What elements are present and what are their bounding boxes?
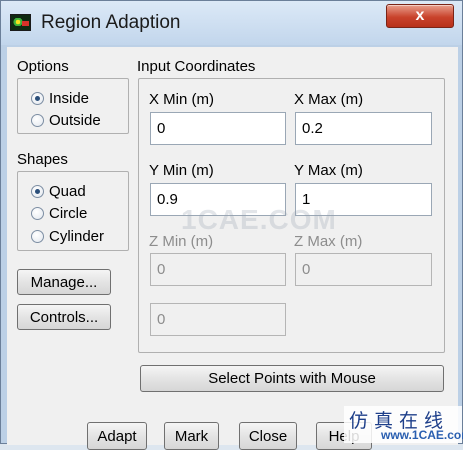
radius-input [150, 303, 286, 336]
radio-unchecked-icon [31, 230, 44, 243]
select-points-with-mouse-button[interactable]: Select Points with Mouse [140, 365, 444, 392]
title-bar[interactable]: Region Adaption x [1, 1, 462, 45]
x-max-input[interactable] [295, 112, 432, 145]
y-max-label: Y Max (m) [294, 162, 363, 179]
radio-unchecked-icon [31, 207, 44, 220]
controls-button[interactable]: Controls... [17, 304, 111, 330]
close-window-button[interactable]: x [386, 4, 454, 28]
window-title: Region Adaption [41, 12, 181, 33]
close-icon: x [415, 7, 425, 24]
radio-checked-icon [31, 185, 44, 198]
watermark-url-text: www.1CAE.com [381, 428, 463, 442]
option-outside-label: Outside [49, 112, 101, 129]
options-label: Options [17, 58, 69, 75]
x-max-label: X Max (m) [294, 91, 364, 108]
dialog-body: Options Inside Outside Shapes Quad Circl… [7, 47, 458, 450]
option-inside-radio[interactable]: Inside [31, 90, 89, 107]
close-button[interactable]: Close [239, 422, 297, 450]
shape-circle-label: Circle [49, 205, 88, 222]
manage-button[interactable]: Manage... [17, 269, 111, 295]
x-min-label: X Min (m) [149, 91, 214, 108]
adapt-button[interactable]: Adapt [87, 422, 147, 450]
mark-button[interactable]: Mark [164, 422, 219, 450]
app-icon [10, 14, 31, 31]
y-min-label: Y Min (m) [149, 162, 214, 179]
input-coordinates-label: Input Coordinates [137, 58, 256, 75]
z-min-input [150, 253, 286, 286]
x-min-input[interactable] [150, 112, 286, 145]
option-inside-label: Inside [49, 90, 90, 107]
watermark-badge: 仿真在线 www.1CAE.com [344, 406, 463, 443]
radio-checked-icon [31, 92, 44, 105]
option-outside-radio[interactable]: Outside [31, 112, 101, 129]
shape-quad-label: Quad [49, 183, 86, 200]
region-adaption-window: Region Adaption x Options Inside Outside… [0, 0, 463, 450]
shape-circle-radio[interactable]: Circle [31, 205, 87, 222]
watermark-center: 1CAE.COM [181, 204, 337, 235]
shapes-label: Shapes [17, 151, 68, 168]
shape-quad-radio[interactable]: Quad [31, 183, 86, 200]
z-max-input [295, 253, 432, 286]
shape-cylinder-radio[interactable]: Cylinder [31, 228, 104, 245]
radio-unchecked-icon [31, 114, 44, 127]
shape-cylinder-label: Cylinder [49, 228, 105, 245]
